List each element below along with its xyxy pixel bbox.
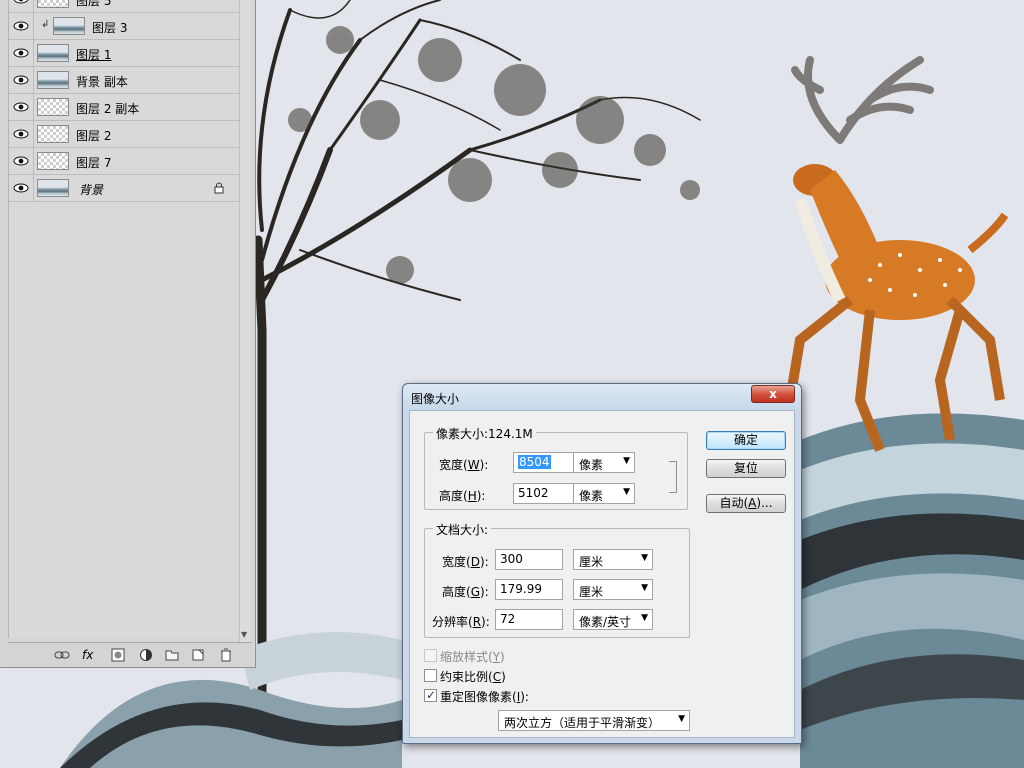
layer-thumbnail <box>37 44 69 62</box>
constrain-proportions-label: 约束比例(C) <box>440 670 506 684</box>
layer-name: 图层 2 副本 <box>76 102 140 116</box>
chevron-down-icon: ▼ <box>623 456 630 466</box>
layer-name: 图层 2 <box>76 129 112 143</box>
doc-width-unit-select[interactable]: 厘米 ▼ <box>573 549 653 570</box>
pixel-dimensions-label: 像素大小:124.1M <box>433 425 536 442</box>
visibility-toggle[interactable] <box>9 0 34 12</box>
doc-height-unit-select[interactable]: 厘米 ▼ <box>573 579 653 600</box>
layers-scrollbar[interactable] <box>239 0 251 642</box>
chevron-down-icon: ▼ <box>678 714 685 724</box>
doc-height-input[interactable]: 179.99 <box>495 579 563 600</box>
visibility-toggle[interactable] <box>9 13 34 39</box>
constrain-proportions-checkbox[interactable] <box>424 669 437 682</box>
layer-row[interactable]: 图层 2 <box>9 121 239 148</box>
eye-icon <box>13 102 29 112</box>
layer-row[interactable]: 图层 2 副本 <box>9 94 239 121</box>
eye-icon <box>13 129 29 139</box>
chevron-down-icon: ▼ <box>623 487 630 497</box>
layer-thumbnail <box>37 152 69 170</box>
document-size-group: 文档大小: 宽度(D): 300 厘米 ▼ 高度(G): 179.99 厘米 ▼ 分… <box>424 521 690 638</box>
image-size-dialog: 图像大小 x 像素大小:124.1M 宽度(W): 8504 像素 ▼ 高度(H)… <box>402 383 802 744</box>
chevron-down-icon: ▼ <box>641 553 648 563</box>
layer-row[interactable]: 背景 <box>9 175 239 202</box>
layer-thumbnail <box>37 125 69 143</box>
pixel-width-unit-select[interactable]: 像素 ▼ <box>573 452 635 473</box>
adjustment-icon[interactable] <box>138 648 154 662</box>
pixel-width-label: 宽度(W): <box>439 458 489 472</box>
layer-thumbnail <box>37 71 69 89</box>
layer-row[interactable]: 图层 1 <box>9 40 239 67</box>
scale-styles-checkbox[interactable] <box>424 649 437 662</box>
layer-name: 图层 5 <box>76 0 112 8</box>
pixel-height-input[interactable]: 5102 <box>513 483 581 504</box>
close-button[interactable]: x <box>751 385 795 403</box>
link-icon[interactable] <box>54 648 70 662</box>
close-icon: x <box>769 387 777 401</box>
eye-icon <box>13 0 29 4</box>
layer-name: 背景 <box>79 183 104 197</box>
eye-icon <box>13 156 29 166</box>
reset-button[interactable]: 复位 <box>706 459 786 478</box>
dialog-body: 像素大小:124.1M 宽度(W): 8504 像素 ▼ 高度(H): 5102 … <box>409 410 795 738</box>
pixel-dimensions-group: 像素大小:124.1M 宽度(W): 8504 像素 ▼ 高度(H): 5102 … <box>424 425 688 510</box>
auto-button[interactable]: 自动(A)... <box>706 494 786 513</box>
dialog-title-bar[interactable]: 图像大小 x <box>403 384 801 410</box>
eye-icon <box>13 21 29 31</box>
layers-panel-footer: fx <box>8 642 252 666</box>
layers-list: 图层 5 ↲ 图层 3 图层 1 背景 副本 图层 2 副本 图层 2 图层 7… <box>8 0 239 638</box>
layer-thumbnail <box>37 179 69 197</box>
eye-icon <box>13 48 29 58</box>
scroll-down-arrow-icon[interactable]: ▼ <box>241 630 247 639</box>
new-layer-icon[interactable] <box>190 648 206 662</box>
ok-button[interactable]: 确定 <box>706 431 786 450</box>
visibility-toggle[interactable] <box>9 121 34 147</box>
clipping-arrow-icon: ↲ <box>41 19 50 30</box>
resample-checkbox[interactable]: ✓ <box>424 688 437 702</box>
layer-thumbnail <box>53 17 85 35</box>
dialog-title: 图像大小 <box>411 392 460 406</box>
layer-name: 图层 7 <box>76 156 112 170</box>
group-folder-icon[interactable] <box>164 648 180 662</box>
layer-row[interactable]: 图层 7 <box>9 148 239 175</box>
trash-icon[interactable] <box>218 648 234 662</box>
visibility-toggle[interactable] <box>9 94 34 120</box>
visibility-toggle[interactable] <box>9 175 34 201</box>
mask-icon[interactable] <box>110 648 126 662</box>
visibility-toggle[interactable] <box>9 148 34 174</box>
layer-name: 背景 副本 <box>76 75 128 89</box>
resolution-unit-select[interactable]: 像素/英寸 ▼ <box>573 609 653 630</box>
layer-thumbnail <box>37 0 69 8</box>
lock-icon <box>214 182 224 194</box>
layer-row[interactable]: 背景 副本 <box>9 67 239 94</box>
scale-styles-label: 缩放样式(Y) <box>440 650 505 664</box>
doc-width-label: 宽度(D): <box>442 555 489 569</box>
resolution-input[interactable]: 72 <box>495 609 563 630</box>
layer-name: 图层 3 <box>92 21 128 35</box>
layer-thumbnail <box>37 98 69 116</box>
visibility-toggle[interactable] <box>9 40 34 66</box>
layer-row[interactable]: ↲ 图层 3 <box>9 13 239 40</box>
chevron-down-icon: ▼ <box>641 613 648 623</box>
fx-icon[interactable]: fx <box>82 648 98 662</box>
eye-icon <box>13 183 29 193</box>
layers-panel: 图层 5 ↲ 图层 3 图层 1 背景 副本 图层 2 副本 图层 2 图层 7… <box>0 0 256 668</box>
visibility-toggle[interactable] <box>9 67 34 93</box>
chevron-down-icon: ▼ <box>641 583 648 593</box>
pixel-width-input[interactable]: 8504 <box>513 452 581 473</box>
resample-label: 重定图像像素(I): <box>440 690 529 704</box>
resample-method-select[interactable]: 两次立方（适用于平滑渐变） ▼ <box>498 710 690 731</box>
pixel-height-unit-select[interactable]: 像素 ▼ <box>573 483 635 504</box>
layer-name: 图层 1 <box>76 48 112 62</box>
constrain-link-bracket <box>669 461 677 493</box>
layer-row[interactable]: 图层 5 <box>9 0 239 13</box>
doc-width-input[interactable]: 300 <box>495 549 563 570</box>
pixel-height-label: 高度(H): <box>439 489 486 503</box>
document-size-label: 文档大小: <box>433 521 492 538</box>
checkmark-icon: ✓ <box>426 688 437 702</box>
resolution-label: 分辨率(R): <box>432 615 490 629</box>
doc-height-label: 高度(G): <box>442 585 489 599</box>
eye-icon <box>13 75 29 85</box>
